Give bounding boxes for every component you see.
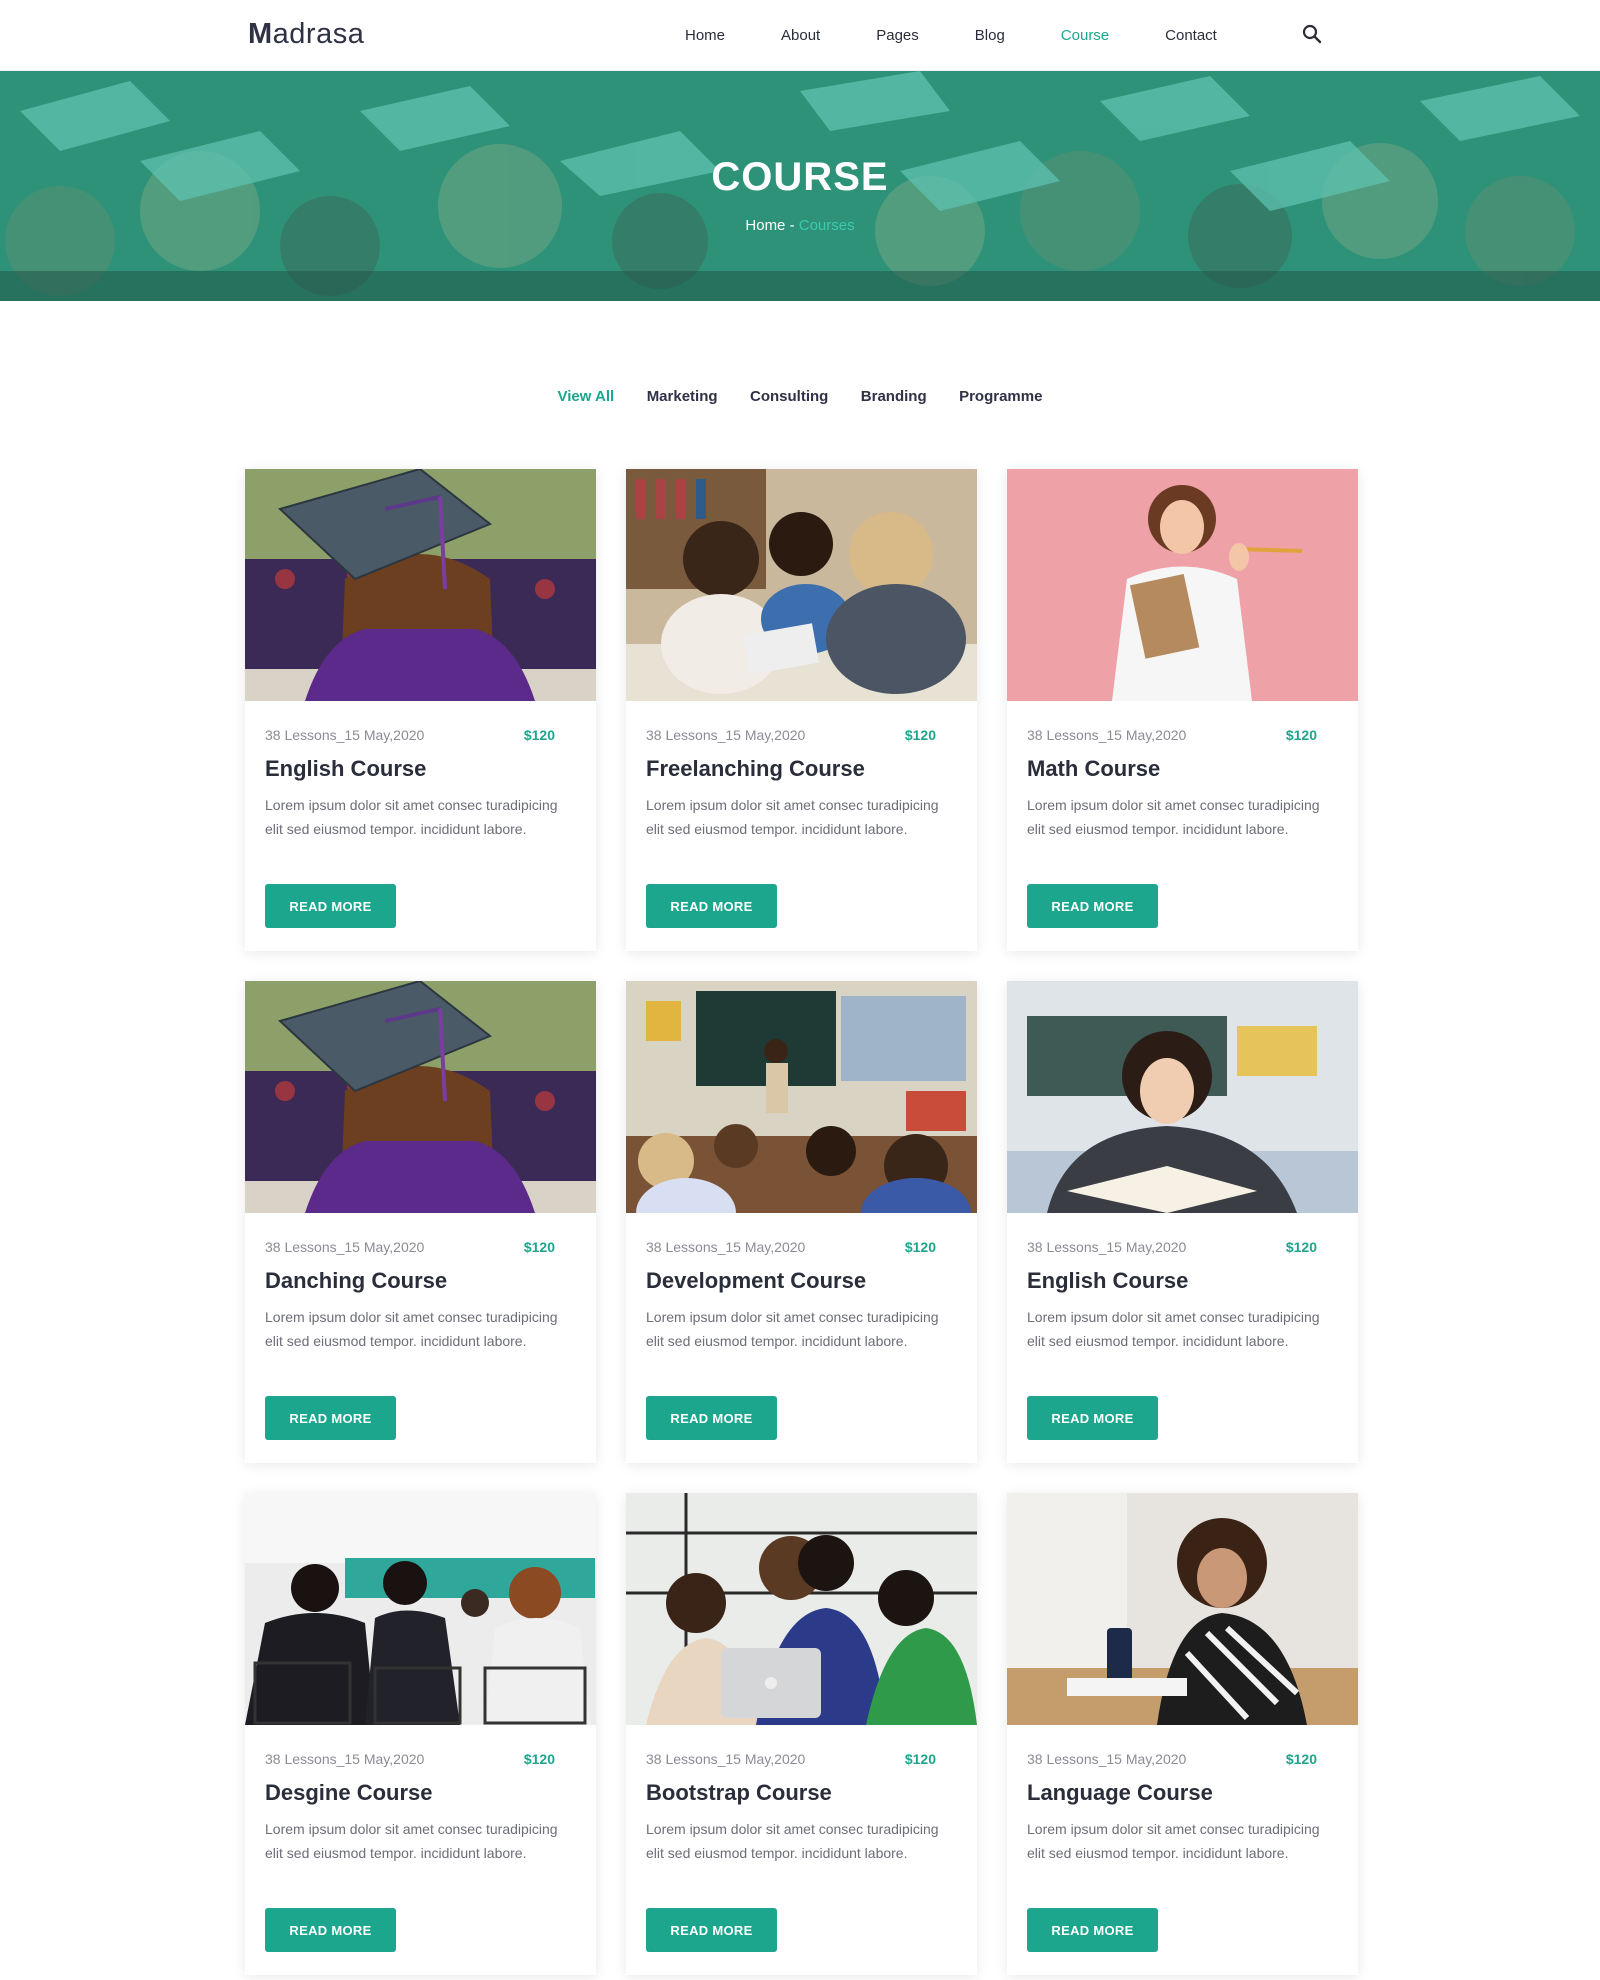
- course-title[interactable]: Bootstrap Course: [646, 1780, 832, 1806]
- read-more-button[interactable]: READ MORE: [1027, 884, 1158, 928]
- course-title[interactable]: Desgine Course: [265, 1780, 433, 1806]
- course-description: Lorem ipsum dolor sit amet consec turadi…: [265, 1821, 558, 1861]
- nav-about[interactable]: About: [781, 27, 820, 44]
- lessons-date: 38 Lessons_15 May,2020: [1027, 1239, 1187, 1255]
- read-more-button[interactable]: READ MORE: [265, 1908, 396, 1952]
- read-more-button[interactable]: READ MORE: [1027, 1908, 1158, 1952]
- lessons-date: 38 Lessons_15 May,2020: [1027, 1751, 1187, 1767]
- course-title[interactable]: English Course: [265, 756, 426, 782]
- course-description: Lorem ipsum dolor sit amet consec turadi…: [646, 1821, 939, 1861]
- course-meta: 38 Lessons_15 May,2020 $120: [646, 1751, 936, 1767]
- read-more-button[interactable]: READ MORE: [646, 1908, 777, 1952]
- lessons-date: 38 Lessons_15 May,2020: [646, 1751, 806, 1767]
- breadcrumb-home[interactable]: Home: [745, 217, 785, 234]
- course-title[interactable]: Danching Course: [265, 1268, 447, 1294]
- course-price: $120: [523, 1239, 555, 1255]
- course-image[interactable]: [1007, 1493, 1358, 1725]
- lessons-date: 38 Lessons_15 May,2020: [265, 727, 425, 743]
- course-description: Lorem ipsum dolor sit amet consec turadi…: [1027, 1309, 1320, 1349]
- breadcrumb: Home - Courses: [0, 217, 1600, 234]
- course-title[interactable]: Language Course: [1027, 1780, 1213, 1806]
- course-description: Lorem ipsum dolor sit amet consec turadi…: [646, 1309, 939, 1349]
- course-meta: 38 Lessons_15 May,2020 $120: [646, 1239, 936, 1255]
- course-price: $120: [904, 1239, 936, 1255]
- course-filter-tabs: View All Marketing Consulting Branding P…: [0, 388, 1600, 406]
- course-meta: 38 Lessons_15 May,2020 $120: [646, 727, 936, 743]
- course-title[interactable]: Development Course: [646, 1268, 866, 1294]
- site-logo[interactable]: Madrasa: [248, 18, 364, 51]
- course-image[interactable]: [626, 469, 977, 701]
- course-image[interactable]: [1007, 469, 1358, 701]
- filter-marketing[interactable]: Marketing: [647, 388, 718, 405]
- lessons-date: 38 Lessons_15 May,2020: [265, 1751, 425, 1767]
- nav-contact[interactable]: Contact: [1165, 27, 1217, 44]
- read-more-button[interactable]: READ MORE: [1027, 1396, 1158, 1440]
- course-price: $120: [904, 1751, 936, 1767]
- nav-pages[interactable]: Pages: [876, 27, 919, 44]
- course-card: 38 Lessons_15 May,2020 $120 Development C…: [626, 981, 977, 1463]
- course-meta: 38 Lessons_15 May,2020 $120: [265, 727, 555, 743]
- course-meta: 38 Lessons_15 May,2020 $120: [1027, 1239, 1317, 1255]
- course-image[interactable]: [245, 469, 596, 701]
- read-more-button[interactable]: READ MORE: [265, 884, 396, 928]
- course-image[interactable]: [1007, 981, 1358, 1213]
- nav-blog[interactable]: Blog: [975, 27, 1005, 44]
- course-card: 38 Lessons_15 May,2020 $120 Danching Cour…: [245, 981, 596, 1463]
- course-image[interactable]: [626, 1493, 977, 1725]
- course-price: $120: [523, 727, 555, 743]
- course-meta: 38 Lessons_15 May,2020 $120: [1027, 727, 1317, 743]
- lessons-date: 38 Lessons_15 May,2020: [1027, 727, 1187, 743]
- course-title[interactable]: Freelanching Course: [646, 756, 865, 782]
- course-price: $120: [904, 727, 936, 743]
- course-description: Lorem ipsum dolor sit amet consec turadi…: [265, 797, 558, 837]
- nav-home[interactable]: Home: [685, 27, 725, 44]
- course-card: 38 Lessons_15 May,2020 $120 Desgine Cours…: [245, 1493, 596, 1975]
- course-image[interactable]: [245, 981, 596, 1213]
- course-title[interactable]: English Course: [1027, 1268, 1188, 1294]
- read-more-button[interactable]: READ MORE: [265, 1396, 396, 1440]
- main-nav: Home About Pages Blog Course Contact: [657, 0, 1245, 71]
- course-description: Lorem ipsum dolor sit amet consec turadi…: [646, 797, 939, 837]
- course-meta: 38 Lessons_15 May,2020 $120: [265, 1239, 555, 1255]
- course-meta: 38 Lessons_15 May,2020 $120: [1027, 1751, 1317, 1767]
- breadcrumb-current: Courses: [798, 217, 855, 234]
- site-header: Madrasa Home About Pages Blog Course Con…: [0, 0, 1600, 71]
- filter-programme[interactable]: Programme: [959, 388, 1042, 405]
- filter-branding[interactable]: Branding: [861, 388, 927, 405]
- course-card: 38 Lessons_15 May,2020 $120 English Cours…: [245, 469, 596, 951]
- course-price: $120: [1285, 1751, 1317, 1767]
- page-banner: COURSE Home - Courses: [0, 71, 1600, 301]
- filter-view-all[interactable]: View All: [558, 388, 615, 405]
- course-description: Lorem ipsum dolor sit amet consec turadi…: [1027, 797, 1320, 837]
- course-price: $120: [1285, 1239, 1317, 1255]
- breadcrumb-separator: -: [785, 217, 799, 234]
- read-more-button[interactable]: READ MORE: [646, 884, 777, 928]
- course-image[interactable]: [245, 1493, 596, 1725]
- course-card: 38 Lessons_15 May,2020 $120 English Cours…: [1007, 981, 1358, 1463]
- course-description: Lorem ipsum dolor sit amet consec turadi…: [265, 1309, 558, 1349]
- page-title: COURSE: [711, 155, 889, 199]
- course-price: $120: [1285, 727, 1317, 743]
- logo-rest: adrasa: [272, 18, 365, 50]
- nav-course[interactable]: Course: [1061, 27, 1109, 44]
- lessons-date: 38 Lessons_15 May,2020: [646, 727, 806, 743]
- filter-consulting[interactable]: Consulting: [750, 388, 828, 405]
- course-card: 38 Lessons_15 May,2020 $120 Freelanching …: [626, 469, 977, 951]
- course-image[interactable]: [626, 981, 977, 1213]
- course-card: 38 Lessons_15 May,2020 $120 Math Course L…: [1007, 469, 1358, 951]
- course-meta: 38 Lessons_15 May,2020 $120: [265, 1751, 555, 1767]
- course-card: 38 Lessons_15 May,2020 $120 Language Cour…: [1007, 1493, 1358, 1975]
- course-description: Lorem ipsum dolor sit amet consec turadi…: [1027, 1821, 1320, 1861]
- course-title[interactable]: Math Course: [1027, 756, 1160, 782]
- search-icon[interactable]: [1302, 24, 1326, 48]
- lessons-date: 38 Lessons_15 May,2020: [265, 1239, 425, 1255]
- lessons-date: 38 Lessons_15 May,2020: [646, 1239, 806, 1255]
- course-price: $120: [523, 1751, 555, 1767]
- read-more-button[interactable]: READ MORE: [646, 1396, 777, 1440]
- course-card: 38 Lessons_15 May,2020 $120 Bootstrap Cou…: [626, 1493, 977, 1975]
